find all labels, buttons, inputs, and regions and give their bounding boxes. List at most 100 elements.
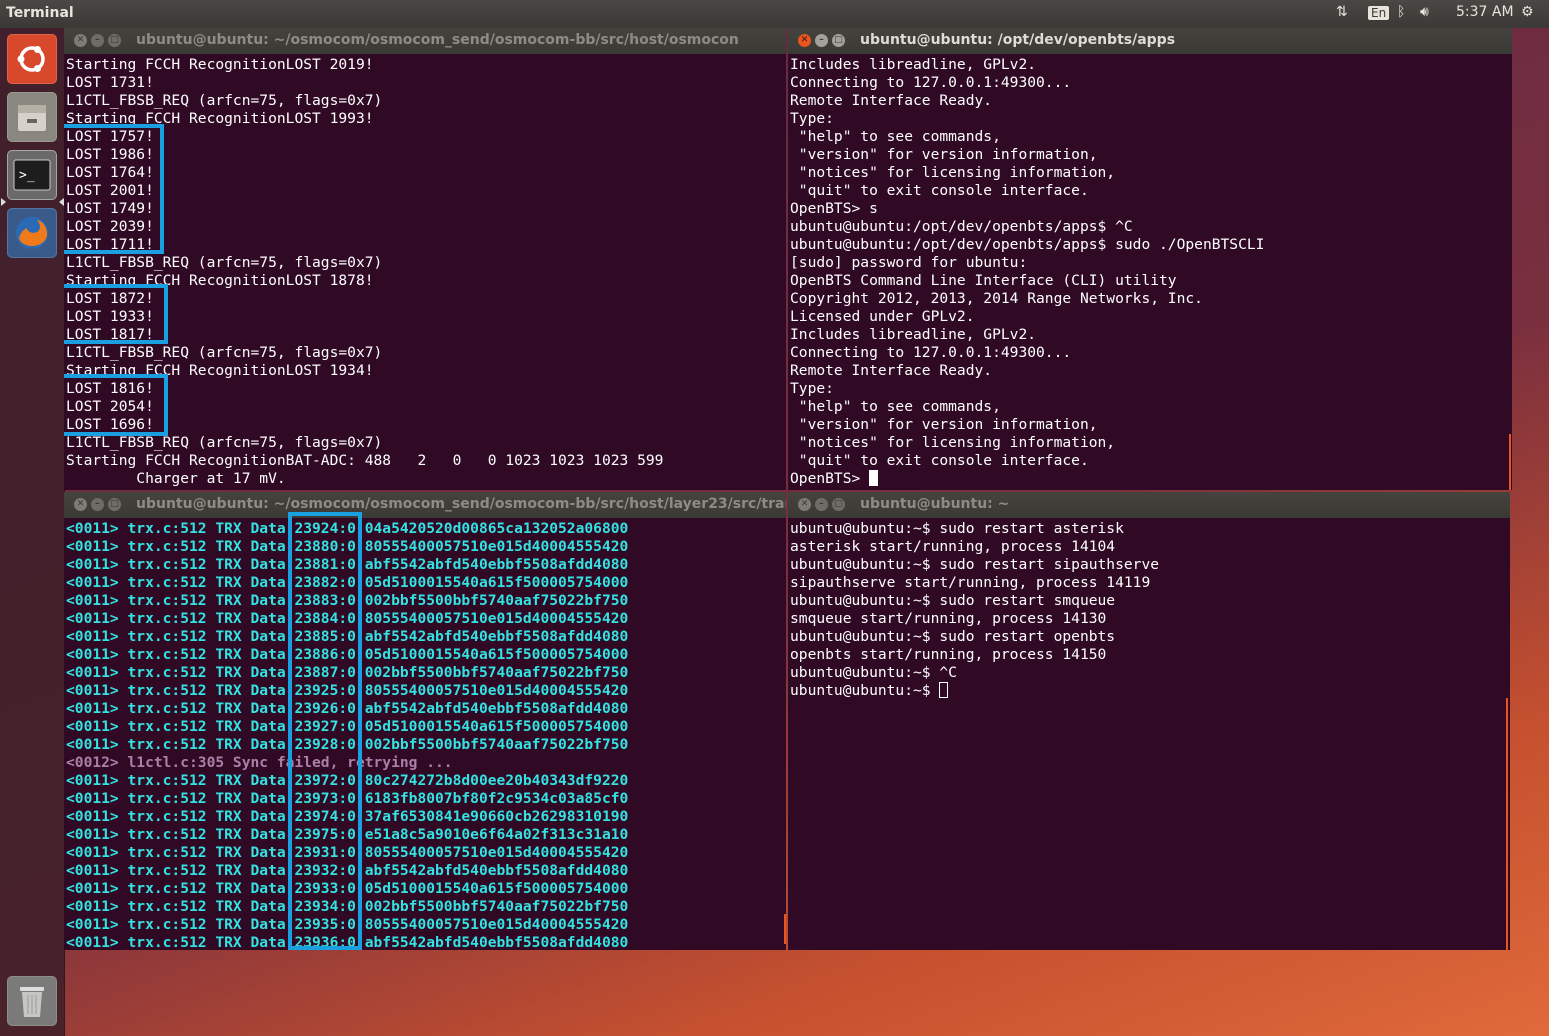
gear-icon[interactable]: ⚙	[1521, 4, 1534, 20]
terminal-line: LOST 1872!	[66, 290, 154, 307]
terminal-icon[interactable]: >_	[7, 150, 57, 200]
terminal-line: OpenBTS>	[790, 470, 1512, 488]
minimize-button[interactable]: –	[91, 34, 104, 47]
highlight-box	[288, 512, 362, 950]
terminal-line: <0011> trx.c:512 TRX Data 23933:0:05d510…	[66, 880, 629, 897]
terminal-line: "help" to see commands,	[790, 398, 1001, 415]
ubuntu-logo-icon[interactable]	[7, 34, 57, 84]
terminal-line: ubuntu@ubuntu:~$ sudo restart openbts	[790, 628, 1116, 645]
terminal-line: LOST 1764!	[66, 164, 154, 181]
terminal-line: OpenBTS> s	[790, 200, 878, 217]
window-title: ubuntu@ubuntu: ~/osmocom/osmocom_send/os…	[136, 32, 739, 48]
text-cursor	[869, 470, 879, 486]
terminal-line: "version" for version information,	[790, 416, 1098, 433]
terminal-line: <0011> trx.c:512 TRX Data 23935:0:805554…	[66, 916, 629, 933]
terminal-line: ubuntu@ubuntu:~$ sudo restart asterisk	[790, 520, 1124, 537]
terminal-line: sipauthserve start/running, process 1411…	[790, 574, 1151, 591]
terminal-output[interactable]: Includes libreadline, GPLv2. Connecting t…	[790, 54, 1512, 490]
window-title: ubuntu@ubuntu: ~/osmocom/osmocom_send/os…	[136, 496, 786, 512]
terminal-line: <0011> trx.c:512 TRX Data 23882:0:05d510…	[66, 574, 629, 591]
terminal-line: [sudo] password for ubuntu:	[790, 254, 1028, 271]
bluetooth-icon[interactable]: ᛒ	[1397, 4, 1405, 20]
close-button[interactable]: ✕	[74, 34, 87, 47]
terminal-line: LOST 1731!	[66, 74, 154, 91]
maximize-button[interactable]: □	[108, 498, 121, 511]
terminal-line: "notices" for licensing information,	[790, 434, 1116, 451]
top-panel: Terminal ⇅ En ᛒ 🔊︎ 5:37 AM ⚙	[0, 0, 1549, 28]
titlebar[interactable]: ✕ – □ ubuntu@ubuntu: ~/osmocom/osmocom_s…	[64, 28, 786, 54]
terminal-line: Includes libreadline, GPLv2.	[790, 56, 1037, 73]
terminal-line: ubuntu@ubuntu:/opt/dev/openbts/apps$ ^C	[790, 218, 1133, 235]
terminal-line: Charger at 17 mV.	[66, 470, 286, 487]
terminal-line: <0011> trx.c:512 TRX Data 23934:0:002bbf…	[66, 898, 629, 915]
scrollbar[interactable]	[784, 914, 786, 944]
terminal-line: <0011> trx.c:512 TRX Data 23927:0:05d510…	[66, 718, 629, 735]
terminal-line: Copyright 2012, 2013, 2014 Range Network…	[790, 290, 1203, 307]
firefox-icon[interactable]	[7, 208, 57, 258]
terminal-line: ubuntu@ubuntu:~$ sudo restart smqueue	[790, 592, 1116, 609]
terminal-line: <0012> l1ctl.c:305 Sync failed, retrying…	[66, 754, 453, 771]
terminal-line: L1CTL_FBSB_REQ (arfcn=75, flags=0x7)	[66, 254, 383, 271]
terminal-line: <0011> trx.c:512 TRX Data 23975:0:e51a8c…	[66, 826, 629, 843]
terminal-window-home[interactable]: ✕ – □ ubuntu@ubuntu: ~ ubuntu@ubuntu:~$ …	[788, 492, 1510, 950]
terminal-output[interactable]: ubuntu@ubuntu:~$ sudo restart asterisk as…	[790, 518, 1510, 950]
scrollbar[interactable]	[1506, 698, 1508, 950]
terminal-line: Starting FCCH RecognitionLOST 1934!	[66, 362, 374, 379]
terminal-line: openbts start/running, process 14150	[790, 646, 1107, 663]
terminal-line: <0011> trx.c:512 TRX Data 23881:0:abf554…	[66, 556, 629, 573]
maximize-button[interactable]: □	[832, 498, 845, 511]
volume-icon[interactable]: 🔊︎	[1420, 4, 1429, 20]
clock[interactable]: 5:37 AM	[1456, 4, 1514, 20]
network-icon[interactable]: ⇅	[1336, 4, 1348, 20]
terminal-output[interactable]: Starting FCCH RecognitionLOST 2019! LOST …	[66, 54, 786, 490]
launcher: >_	[0, 28, 65, 1036]
terminal-line: <0011> trx.c:512 TRX Data 23887:0:002bbf…	[66, 664, 629, 681]
terminal-line: LOST 1696!	[66, 416, 154, 433]
titlebar[interactable]: ✕ – □ ubuntu@ubuntu: /opt/dev/openbts/ap…	[788, 28, 1512, 54]
terminal-line: Connecting to 127.0.0.1:49300...	[790, 74, 1072, 91]
terminal-output[interactable]: <0011> trx.c:512 TRX Data 23924:0:04a542…	[66, 518, 786, 950]
terminal-line: Connecting to 127.0.0.1:49300...	[790, 344, 1072, 361]
terminal-line: LOST 1986!	[66, 146, 154, 163]
minimize-button[interactable]: –	[815, 34, 828, 47]
close-button[interactable]: ✕	[798, 498, 811, 511]
terminal-line: Remote Interface Ready.	[790, 92, 993, 109]
terminal-line: ubuntu@ubuntu:/opt/dev/openbts/apps$ sud…	[790, 236, 1265, 253]
terminal-window-osmocon[interactable]: ✕ – □ ubuntu@ubuntu: ~/osmocom/osmocom_s…	[64, 28, 786, 490]
minimize-button[interactable]: –	[815, 498, 828, 511]
terminal-line: asterisk start/running, process 14104	[790, 538, 1116, 555]
terminal-line: Starting FCCH RecognitionLOST 2019!	[66, 56, 374, 73]
highlight-box	[64, 124, 164, 254]
keyboard-layout-indicator[interactable]: En	[1368, 6, 1390, 20]
trash-icon[interactable]	[7, 976, 57, 1026]
window-title: ubuntu@ubuntu: /opt/dev/openbts/apps	[860, 32, 1176, 48]
terminal-line: Type:	[790, 110, 834, 127]
terminal-line: L1CTL_FBSB_REQ (arfcn=75, flags=0x7)	[66, 92, 383, 109]
running-indicator	[1, 198, 6, 206]
window-title: ubuntu@ubuntu: ~	[860, 496, 1010, 512]
close-button[interactable]: ✕	[798, 34, 811, 47]
maximize-button[interactable]: □	[832, 34, 845, 47]
terminal-line: LOST 1933!	[66, 308, 154, 325]
terminal-window-transceiver[interactable]: ✕ – □ ubuntu@ubuntu: ~/osmocom/osmocom_s…	[64, 492, 786, 950]
terminal-line: <0011> trx.c:512 TRX Data 23932:0:abf554…	[66, 862, 629, 879]
terminal-line: Licensed under GPLv2.	[790, 308, 975, 325]
files-icon[interactable]	[7, 92, 57, 142]
minimize-button[interactable]: –	[91, 498, 104, 511]
titlebar[interactable]: ✕ – □ ubuntu@ubuntu: ~/osmocom/osmocom_s…	[64, 492, 786, 518]
titlebar[interactable]: ✕ – □ ubuntu@ubuntu: ~	[788, 492, 1510, 518]
text-cursor	[939, 682, 949, 698]
terminal-line: LOST 1749!	[66, 200, 154, 217]
terminal-line: ubuntu@ubuntu:~$ sudo restart sipauthser…	[790, 556, 1160, 573]
terminal-line: "quit" to exit console interface.	[790, 182, 1089, 199]
terminal-line: ubuntu@ubuntu:~$	[790, 682, 1510, 700]
terminal-window-openbts[interactable]: ✕ – □ ubuntu@ubuntu: /opt/dev/openbts/ap…	[788, 28, 1512, 490]
terminal-line: <0011> trx.c:512 TRX Data 23925:0:805554…	[66, 682, 629, 699]
close-button[interactable]: ✕	[74, 498, 87, 511]
terminal-line: <0011> trx.c:512 TRX Data 23880:0:805554…	[66, 538, 629, 555]
maximize-button[interactable]: □	[108, 34, 121, 47]
terminal-line: <0011> trx.c:512 TRX Data 23972:0:80c274…	[66, 772, 629, 789]
scrollbar[interactable]	[1509, 434, 1511, 490]
terminal-line: <0011> trx.c:512 TRX Data 23973:0:6183fb…	[66, 790, 629, 807]
terminal-line: "notices" for licensing information,	[790, 164, 1116, 181]
